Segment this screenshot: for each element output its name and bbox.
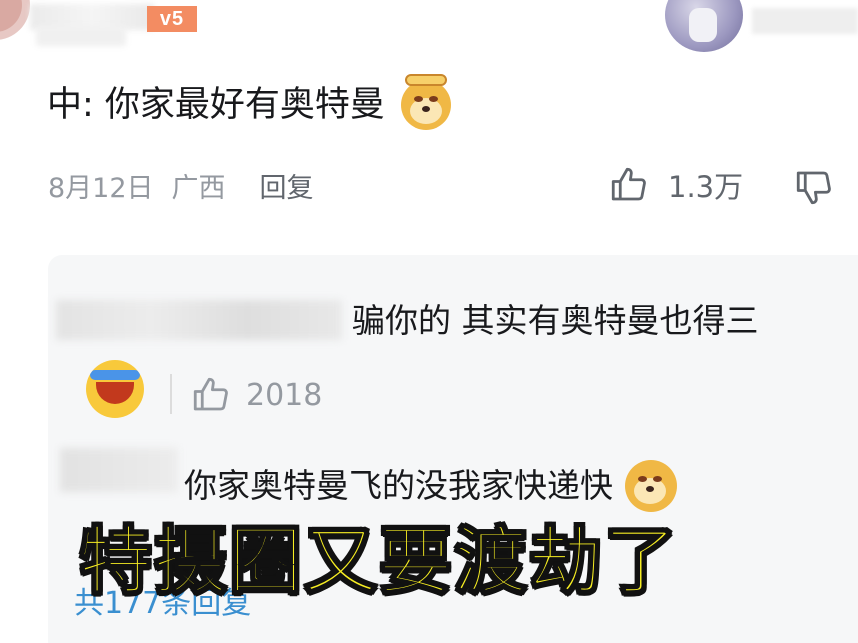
thumbs-up-icon	[611, 167, 646, 201]
other-user-avatar[interactable]	[665, 0, 743, 52]
comment-meta: 8月12日 广西 回复	[48, 166, 332, 205]
comment-location: 广西	[171, 173, 226, 204]
reply-button[interactable]: 回复	[260, 173, 314, 204]
reply-like-count: 2018	[246, 377, 323, 413]
blurred-reply-username	[56, 300, 342, 340]
blurred-username-extra	[36, 26, 126, 46]
video-caption: 特摄圈又要渡劫了	[78, 518, 679, 605]
level-badge: v5	[147, 6, 197, 32]
like-count: 1.3万	[668, 170, 744, 204]
reply-text: 骗你的 其实有奥特曼也得三	[352, 301, 759, 340]
reply-text: 你家奥特曼飞的没我家快递快	[184, 466, 613, 505]
divider	[170, 374, 172, 414]
comment-text: 中: 你家最好有奥特曼	[47, 85, 385, 125]
like-button[interactable]: 1.3万	[608, 164, 743, 206]
laughing-crying-emoji-icon	[86, 360, 144, 418]
doge-emoji-icon	[400, 74, 451, 130]
blurred-reply-username	[60, 448, 178, 492]
reply-body: 你家奥特曼飞的没我家快递快	[184, 460, 677, 512]
doge-emoji-icon	[625, 460, 677, 512]
thumbs-down-icon[interactable]	[793, 166, 835, 208]
thumbs-up-icon	[193, 377, 228, 411]
comment-date: 8月12日	[48, 173, 154, 204]
comment-body: 中: 你家最好有奥特曼	[47, 74, 451, 130]
reply-like-button[interactable]: 2018	[190, 374, 322, 416]
blurred-other-username	[752, 8, 858, 34]
commenter-avatar[interactable]	[0, 0, 30, 40]
